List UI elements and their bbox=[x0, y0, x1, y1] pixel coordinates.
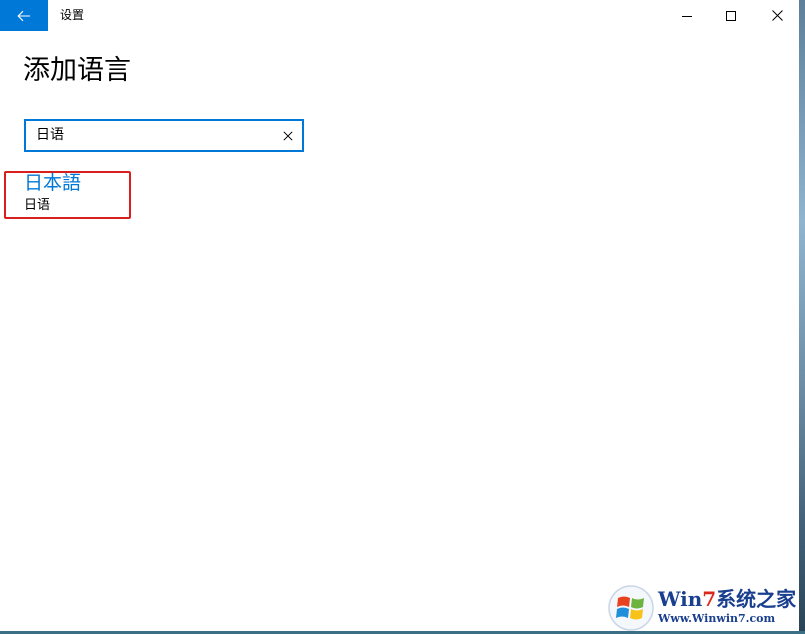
close-icon bbox=[771, 10, 783, 21]
close-icon bbox=[283, 131, 293, 141]
page-title: 添加语言 bbox=[23, 55, 131, 86]
close-button[interactable] bbox=[754, 0, 800, 31]
language-result-japanese[interactable]: 日本語 日语 bbox=[24, 170, 134, 218]
minimize-icon bbox=[682, 15, 692, 17]
clear-search-button[interactable] bbox=[280, 128, 296, 144]
settings-window: 设置 添加语言 日本語 日语 bbox=[0, 0, 799, 631]
watermark-title: Win7系统之家 bbox=[658, 586, 796, 612]
watermark-title-digit: 7 bbox=[702, 587, 717, 611]
desktop-background-edge bbox=[799, 0, 805, 634]
title-bar: 设置 bbox=[0, 0, 799, 31]
language-search-box[interactable] bbox=[24, 119, 304, 152]
maximize-button[interactable] bbox=[708, 0, 754, 31]
maximize-icon bbox=[726, 10, 736, 21]
watermark-title-suffix: 系统之家 bbox=[716, 587, 797, 611]
site-watermark: Win7系统之家 Www.Winwin7.com bbox=[606, 584, 802, 632]
watermark-url: Www.Winwin7.com bbox=[658, 612, 776, 625]
language-native-name: 日本語 bbox=[24, 172, 82, 194]
arrow-left-icon bbox=[17, 10, 30, 21]
windows-logo-icon bbox=[608, 585, 654, 631]
language-search-input[interactable] bbox=[36, 121, 266, 150]
minimize-button[interactable] bbox=[664, 0, 710, 31]
watermark-title-prefix: Win bbox=[658, 587, 703, 611]
language-local-name: 日语 bbox=[24, 198, 51, 213]
app-title: 设置 bbox=[60, 8, 85, 22]
back-button[interactable] bbox=[0, 0, 48, 31]
